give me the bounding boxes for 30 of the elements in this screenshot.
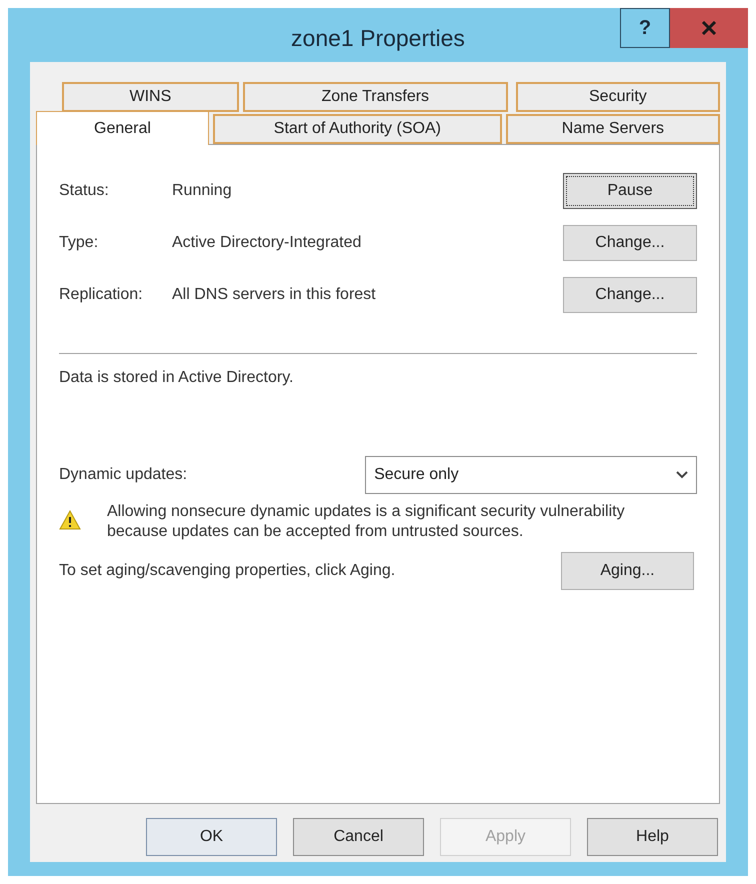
storage-note: Data is stored in Active Directory.: [59, 368, 294, 388]
chevron-down-icon: [676, 471, 688, 479]
field-label: Replication:: [59, 285, 144, 305]
field-label: Type:: [59, 233, 100, 253]
tab[interactable]: Name Servers: [506, 114, 720, 144]
tab[interactable]: Start of Authority (SOA): [212, 114, 502, 144]
dynamic-updates-label: Dynamic updates:: [59, 465, 188, 485]
close-icon: [701, 21, 717, 35]
dynamic-updates-dropdown[interactable]: Secure only: [365, 456, 697, 494]
field-value: All DNS servers in this forest: [172, 285, 377, 305]
tab[interactable]: Zone Transfers: [242, 82, 508, 112]
tab[interactable]: Security: [516, 82, 720, 112]
dialog-button[interactable]: Help: [587, 818, 718, 856]
field-label: Status:: [59, 181, 110, 201]
help-button[interactable]: ?: [620, 8, 670, 48]
field-value: Active Directory-Integrated: [172, 233, 362, 253]
security-warning: Allowing nonsecure dynamic updates is a significant security vulnerability because updates can be accepted from untrusted sources.: [107, 502, 626, 542]
field-button[interactable]: Change...: [563, 277, 697, 313]
tab[interactable]: General: [36, 111, 209, 145]
close-button[interactable]: [670, 8, 748, 48]
aging-button[interactable]: Aging...: [561, 552, 694, 590]
field-button[interactable]: Pause: [563, 173, 697, 209]
tab[interactable]: WINS: [62, 82, 239, 112]
window-title: zone1 Properties: [291, 24, 465, 53]
dialog-button[interactable]: OK: [146, 818, 277, 856]
aging-instruction: To set aging/scavenging properties, click Aging.: [59, 561, 396, 581]
dialog-button[interactable]: Cancel: [293, 818, 424, 856]
warning-icon: [59, 510, 81, 530]
field-button[interactable]: Change...: [563, 225, 697, 261]
field-value: Running: [172, 181, 233, 201]
